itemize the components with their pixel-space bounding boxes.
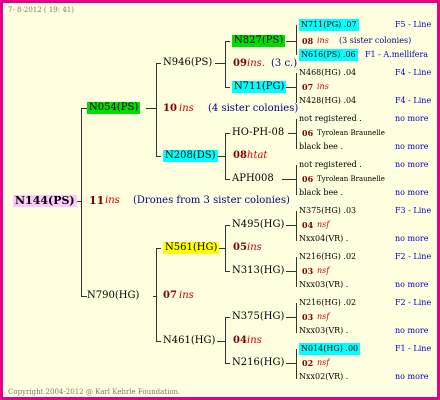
gen5-6-bot[interactable]: Nxx03(VR) . — [299, 325, 348, 337]
gen5-5-note-word: nsf — [317, 266, 330, 275]
gen5-7-year: 02 — [302, 358, 314, 368]
gen5-6-top[interactable]: N216(HG) .02 — [299, 297, 356, 309]
gen3-1-note-word: htat — [247, 150, 268, 161]
gen5-2-top: not registered . — [299, 114, 362, 123]
queen-gen4-1[interactable]: N711(PG) — [232, 81, 287, 93]
gen2-0-note-word: ins — [179, 103, 194, 114]
gen5-2-bot: black bee . — [299, 142, 343, 151]
gen5-5-bot-line: no more — [395, 280, 429, 289]
gen3-0-year: 09 — [233, 58, 247, 69]
gen5-4-bot-line: no more — [395, 234, 429, 243]
gen5-6-year: 03 — [302, 312, 314, 322]
gen5-5-bot[interactable]: Nxx03(VR) . — [299, 279, 348, 291]
gen5-1-year: 07 — [302, 82, 314, 92]
gen5-7-top-line: F1 - Line — [395, 344, 432, 353]
gen5-4-top[interactable]: N375(HG) .03 — [299, 205, 356, 217]
gen5-5-top[interactable]: N216(HG) .02 — [299, 251, 356, 263]
queen-gen4-5[interactable]: N313(HG) — [232, 265, 284, 277]
gen1-note-word: ins — [105, 195, 120, 206]
gen5-0-top-line: F5 - Line — [395, 20, 432, 29]
gen5-3-top: not registered . — [299, 160, 362, 169]
gen5-5-year: 03 — [302, 266, 314, 276]
gen2-0-desc: (4 sister colonies) — [208, 103, 299, 114]
queen-gen2-0[interactable]: N054(PS) — [87, 102, 141, 114]
gen5-0-year: 08 — [302, 36, 314, 46]
gen5-2-year: 06 — [302, 128, 314, 138]
gen5-6-bot-line: no more — [395, 326, 429, 335]
gen3-0-note-word: ins. — [247, 58, 265, 69]
gen5-2-race: Tyrolean Braunelle — [317, 129, 385, 137]
gen5-1-top-line: F4 - Line — [395, 68, 432, 77]
gen5-3-race: Tyrolean Braunelle — [317, 175, 385, 183]
gen5-1-bot-line: F4 - Line — [395, 96, 432, 105]
gen5-4-top-line: F3 - Line — [395, 206, 432, 215]
gen5-6-top-line: F2 - Line — [395, 298, 432, 307]
gen1-year: 11 — [89, 194, 105, 207]
queen-gen4-4[interactable]: N495(HG) — [232, 219, 284, 231]
gen5-3-bot-line: no more — [395, 188, 429, 197]
gen5-7-bot[interactable]: Nxx02(VR) . — [299, 371, 348, 383]
gen3-2-note-word: ins — [247, 242, 262, 253]
gen5-0-desc: (3 sister colonies) — [339, 36, 412, 45]
gen5-0-bot-line: F1 - A.mellifera — [365, 50, 429, 59]
pedigree-frame: 7- 8-2012 ( 19: 41) Copyright 2004-2012 … — [0, 0, 440, 400]
gen5-2-top-line: no more — [395, 114, 429, 123]
gen3-0-desc: (3 c.) — [271, 58, 298, 69]
gen5-7-top[interactable]: N014(HG) .00 — [299, 343, 361, 355]
queen-gen4-7[interactable]: N216(HG) — [232, 357, 284, 369]
queen-gen3-1[interactable]: N208(DS) — [163, 150, 218, 162]
gen5-3-year: 06 — [302, 174, 314, 184]
gen2-1-note-word: ins — [179, 290, 194, 301]
queen-gen3-3[interactable]: N461(HG) — [163, 335, 215, 347]
gen5-7-note-word: nsf — [317, 358, 330, 367]
queen-gen4-6[interactable]: N375(HG) — [232, 311, 284, 323]
queen-gen4-2[interactable]: HO-PH-08 — [232, 127, 284, 139]
gen5-0-top[interactable]: N711(PG) .07 — [299, 19, 359, 31]
queen-gen3-2[interactable]: N561(HG) — [163, 242, 220, 254]
gen5-3-top-line: no more — [395, 160, 429, 169]
queen-gen4-3[interactable]: APH008 — [232, 173, 274, 185]
queen-gen1[interactable]: N144(PS) — [13, 195, 77, 207]
gen1-drones-desc: (Drones from 3 sister colonies) — [133, 195, 290, 206]
gen3-3-note-word: ins — [247, 335, 262, 346]
gen5-5-top-line: F2 - Line — [395, 252, 432, 261]
gen3-3-year: 04 — [233, 335, 247, 346]
gen5-6-note-word: nsf — [317, 312, 330, 321]
queen-gen2-1[interactable]: N790(HG) — [87, 290, 139, 302]
gen2-1-year: 07 — [163, 290, 177, 301]
copyright-text: Copyright 2004-2012 @ Karl Kehrle Founda… — [8, 388, 181, 396]
gen5-4-bot[interactable]: Nxx04(VR) . — [299, 233, 348, 245]
gen5-1-bot[interactable]: N428(HG) .04 — [299, 95, 356, 107]
gen5-0-note-word: ins — [317, 36, 329, 45]
gen5-4-year: 04 — [302, 220, 314, 230]
gen5-1-note-word: ins — [317, 82, 329, 91]
date-stamp: 7- 8-2012 ( 19: 41) — [8, 6, 74, 14]
queen-gen3-0[interactable]: N946(PS) — [163, 57, 212, 69]
gen5-2-bot-line: no more — [395, 142, 429, 151]
gen2-0-year: 10 — [163, 103, 177, 114]
gen5-7-bot-line: no more — [395, 372, 429, 381]
gen5-1-top[interactable]: N468(HG) .04 — [299, 67, 356, 79]
gen3-1-year: 08 — [233, 150, 247, 161]
gen5-0-bot[interactable]: N616(PS) .06 — [299, 49, 358, 61]
queen-gen4-0[interactable]: N827(PS) — [232, 35, 286, 47]
gen3-2-year: 05 — [233, 242, 247, 253]
gen5-3-bot: black bee . — [299, 188, 343, 197]
gen5-4-note-word: nsf — [317, 220, 330, 229]
